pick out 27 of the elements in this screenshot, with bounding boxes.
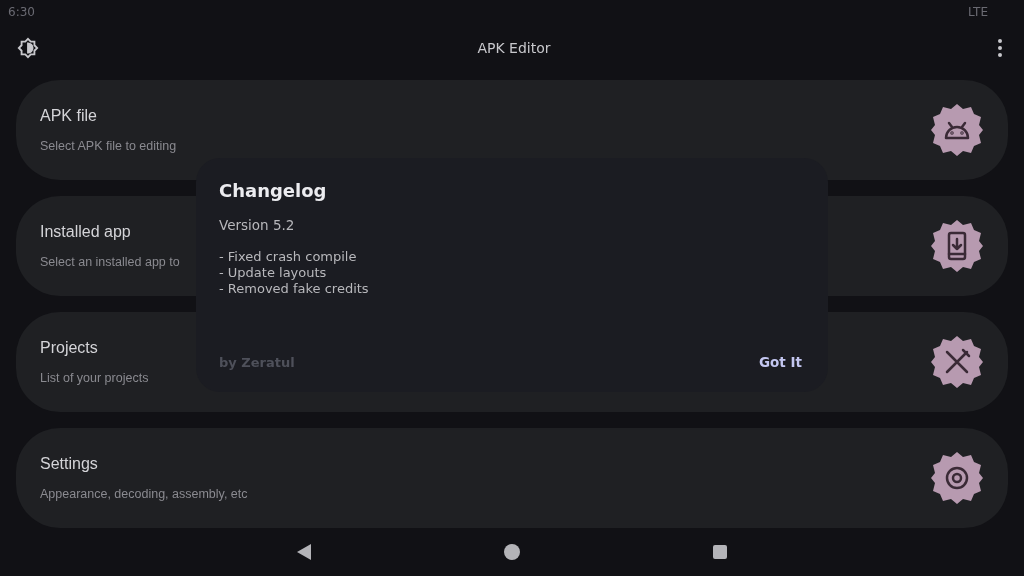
status-time: 6:30 (8, 5, 35, 19)
tools-icon (930, 335, 984, 389)
card-subtitle: Appearance, decoding, assembly, etc (40, 487, 248, 501)
got-it-button[interactable]: Got It (757, 350, 804, 374)
network-label: LTE (968, 5, 988, 19)
card-title: Installed app (40, 223, 132, 241)
changelog-line: - Fixed crash compile (219, 249, 358, 265)
app-title: APK Editor (477, 40, 551, 56)
recents-icon[interactable] (713, 545, 728, 559)
card-subtitle: Select an installed app to (40, 255, 180, 269)
dialog-title: Changelog (219, 180, 328, 201)
card-title: Settings (40, 455, 99, 473)
gear-icon (930, 451, 984, 505)
version-text: Version 5.2 (219, 217, 296, 233)
android-icon (930, 103, 984, 157)
changelog-line: - Removed fake credits (219, 281, 370, 297)
home-icon[interactable] (504, 544, 520, 560)
card-title: Projects (40, 339, 99, 357)
brightness-icon[interactable] (16, 36, 40, 60)
card-subtitle: Select APK file to editing (40, 139, 177, 153)
phone-download-icon (930, 219, 984, 273)
author-text: by Zeratul (219, 354, 295, 370)
card-subtitle: List of your projects (40, 371, 149, 385)
changelog-line: - Update layouts (219, 265, 328, 281)
back-icon[interactable] (296, 544, 311, 560)
card-title: APK file (40, 107, 98, 125)
menu-card[interactable]: Settings Appearance, decoding, assembly, etc (16, 428, 1008, 528)
